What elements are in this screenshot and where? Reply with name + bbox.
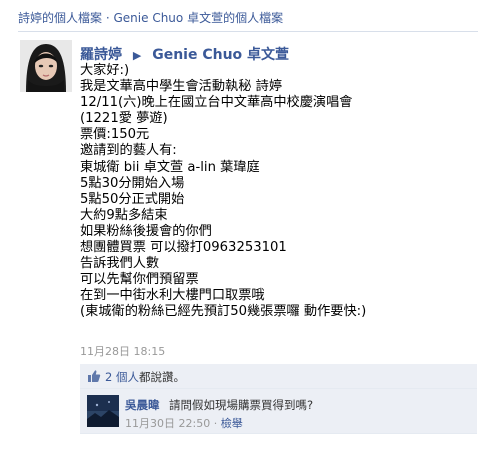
breadcrumb-separator: ·: [105, 11, 110, 25]
likes-bar: 2 個人都說讚。: [80, 364, 477, 389]
post-message-line: (東城衛的粉絲已經先預訂50幾張票囉 動作要快:): [80, 304, 367, 320]
report-link[interactable]: 檢舉: [221, 417, 243, 430]
post-recipient-link[interactable]: Genie Chuo 卓文萱: [152, 47, 289, 63]
post-message-line: 東城衛 bii 卓文萱 a-lin 葉瑋庭: [80, 159, 260, 175]
post-message-line: 大約9點多結束: [80, 207, 168, 223]
post-message-line: 可以先幫你們預留票: [80, 272, 199, 288]
post-message-line: 票價:150元: [80, 127, 150, 143]
comment-timestamp[interactable]: 11月30日 22:50: [125, 417, 210, 430]
avatar-photo-icon: [20, 40, 72, 92]
post-author-link[interactable]: 羅詩婷: [80, 47, 122, 63]
comment-meta: 11月30日 22:50 · 檢舉: [125, 415, 243, 431]
post-message-line: 告訴我們人數: [80, 256, 160, 272]
likes-text: 2 個人都說讚。: [105, 369, 185, 385]
likes-suffix: 都說讚。: [138, 370, 185, 384]
likes-count-link[interactable]: 2 個人: [105, 370, 139, 384]
post-message-line: 12/11(六)晚上在國立台中文華高中校慶演唱會: [80, 95, 353, 111]
commenter-avatar[interactable]: [87, 395, 119, 427]
post-message-line: 邀請到的藝人有:: [80, 143, 177, 159]
author-avatar[interactable]: [20, 40, 72, 92]
breadcrumb-owner-link[interactable]: 詩婷的個人檔案: [18, 11, 102, 25]
post-message-line: (1221愛 夢遊): [80, 111, 168, 127]
post-message-line: 大家好:): [80, 63, 130, 78]
breadcrumb: 詩婷的個人檔案 · Genie Chuo 卓文萱的個人檔案: [18, 9, 283, 26]
commenter-photo-icon: [87, 395, 119, 427]
breadcrumb-target-link[interactable]: Genie Chuo 卓文萱的個人檔案: [114, 11, 284, 25]
post-message: 大家好:) 我是文華高中學生會活動執秘 詩婷 12/11(六)晚上在國立台中文華高中…: [80, 63, 366, 321]
post-message-line: 在到一中街水利大樓門口取票哦: [80, 288, 265, 304]
comment-item: 吳晨暐 請問假如現場購票買得到嗎? 11月30日 22:50 · 檢舉: [80, 389, 477, 434]
post-message-line: 如果粉絲後援會的你們: [80, 223, 212, 239]
thumbs-up-icon: [87, 369, 101, 383]
comment-meta-separator: ·: [213, 417, 218, 430]
commenter-name-link[interactable]: 吳晨暐: [125, 397, 160, 413]
post-message-line: 5點30分開始入場: [80, 175, 185, 191]
post-message-line: 5點50分正式開始: [80, 191, 185, 207]
post-timestamp[interactable]: 11月28日 18:15: [80, 343, 165, 359]
comment-text: 請問假如現場購票買得到嗎?: [169, 398, 314, 412]
post-message-line: 想團體買票 可以撥打0963253101: [80, 240, 287, 256]
arrow-right-icon: ▶: [132, 49, 142, 62]
post-header: 羅詩婷 ▶ Genie Chuo 卓文萱: [80, 44, 289, 64]
header-divider: [18, 31, 478, 32]
post-message-line: 我是文華高中學生會活動執秘 詩婷: [80, 79, 283, 95]
